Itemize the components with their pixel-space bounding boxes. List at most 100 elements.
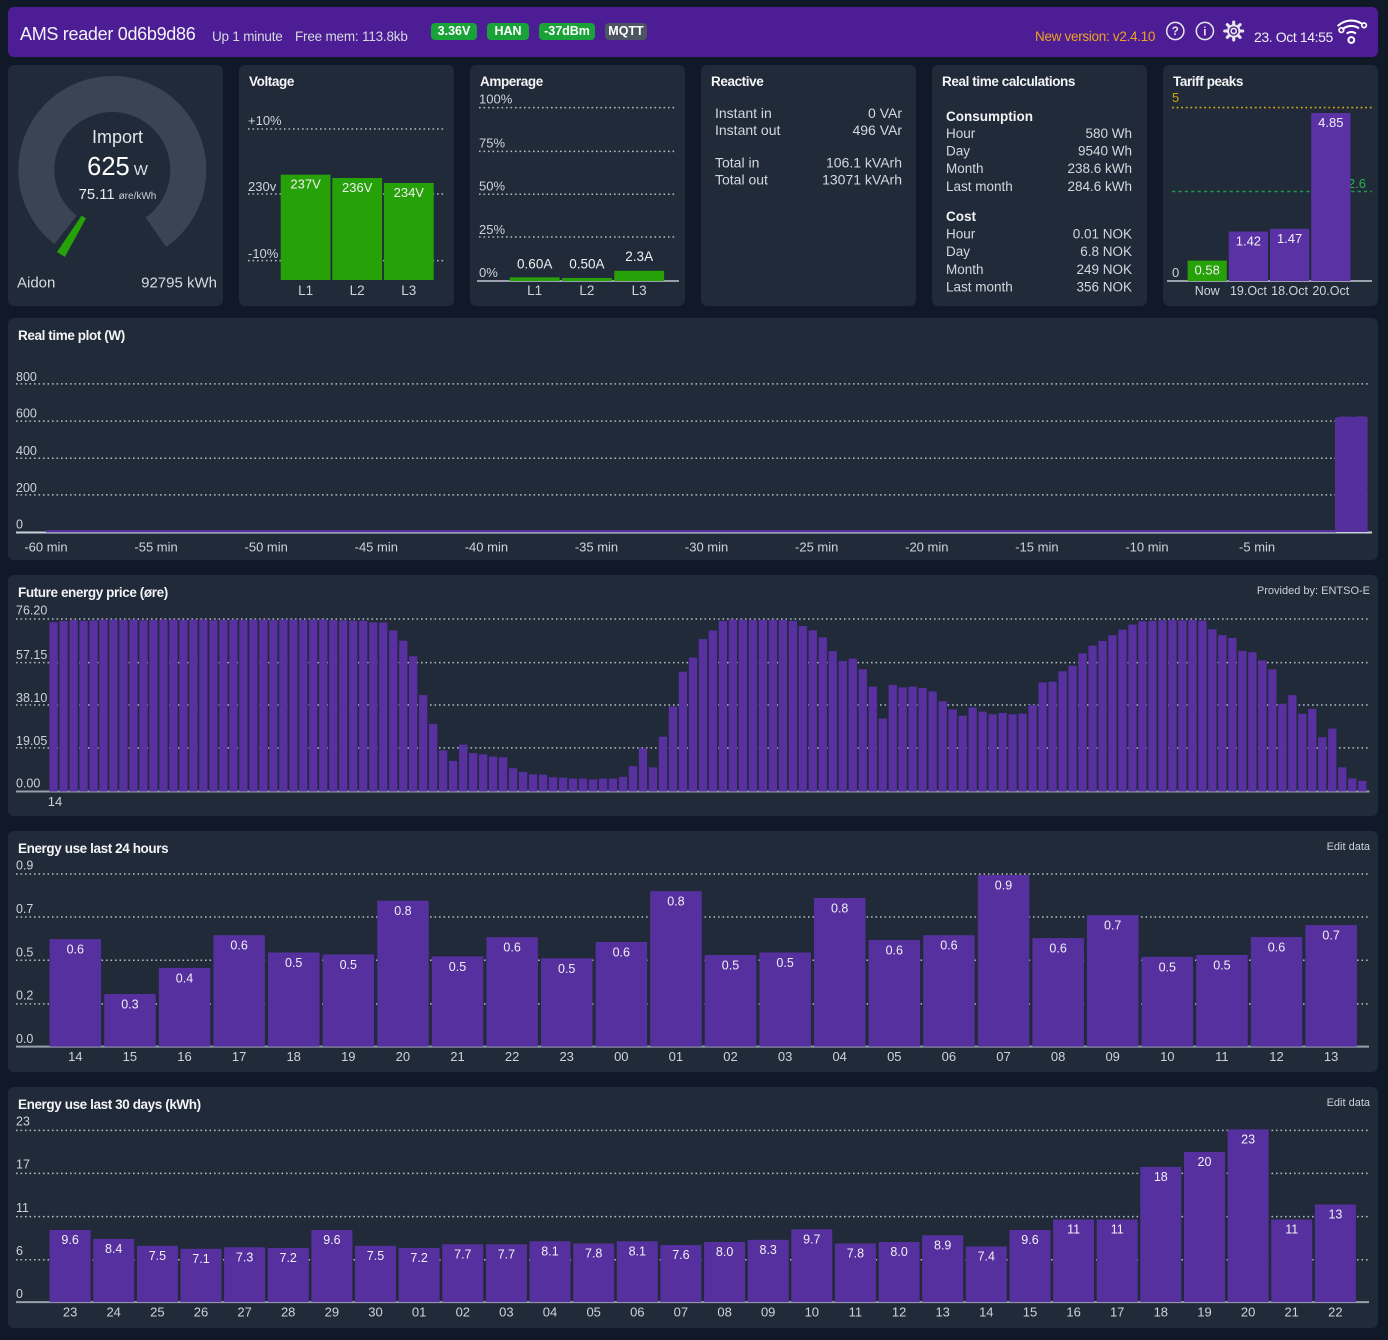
svg-text:28: 28 [281, 1305, 295, 1320]
svg-text:Real time plot (W): Real time plot (W) [18, 328, 125, 343]
svg-text:L1: L1 [527, 283, 542, 298]
svg-text:9.6: 9.6 [323, 1233, 340, 1247]
svg-text:04: 04 [832, 1049, 846, 1064]
svg-text:0.58: 0.58 [1195, 263, 1220, 278]
svg-text:23: 23 [1241, 1132, 1255, 1146]
svg-text:0.8: 0.8 [394, 904, 411, 918]
svg-text:8.0: 8.0 [716, 1245, 733, 1259]
svg-text:7.4: 7.4 [978, 1250, 995, 1264]
svg-text:9.6: 9.6 [1021, 1233, 1038, 1247]
svg-text:11: 11 [1067, 1223, 1080, 1237]
svg-text:-45 min: -45 min [355, 540, 398, 555]
svg-text:7.2: 7.2 [280, 1251, 297, 1265]
svg-text:7.3: 7.3 [236, 1250, 253, 1264]
svg-text:Cost: Cost [946, 209, 977, 224]
svg-text:0.0: 0.0 [16, 1032, 33, 1046]
svg-text:8.0: 8.0 [890, 1245, 907, 1259]
svg-text:18: 18 [1154, 1170, 1168, 1184]
svg-text:0: 0 [16, 518, 23, 532]
svg-text:-25 min: -25 min [795, 540, 838, 555]
svg-text:19.Oct: 19.Oct [1230, 284, 1267, 298]
svg-text:19.05: 19.05 [16, 734, 47, 748]
svg-text:23: 23 [16, 1115, 30, 1129]
svg-text:0.9: 0.9 [995, 879, 1012, 893]
svg-text:02: 02 [456, 1305, 470, 1320]
svg-text:Month: Month [946, 161, 984, 176]
svg-text:Hour: Hour [946, 227, 976, 242]
svg-text:07: 07 [674, 1305, 688, 1320]
svg-text:-10%: -10% [248, 246, 279, 261]
svg-text:+10%: +10% [248, 113, 282, 128]
svg-text:0.6: 0.6 [1049, 942, 1066, 956]
svg-text:Last month: Last month [946, 280, 1013, 295]
svg-text:10: 10 [805, 1305, 819, 1320]
svg-text:-5 min: -5 min [1239, 540, 1275, 555]
svg-text:23: 23 [559, 1049, 573, 1064]
svg-text:0.00: 0.00 [16, 777, 40, 791]
svg-text:-40 min: -40 min [465, 540, 508, 555]
svg-text:0.5: 0.5 [285, 956, 302, 970]
svg-text:29: 29 [325, 1305, 339, 1320]
svg-text:Import: Import [92, 127, 143, 147]
svg-text:7.5: 7.5 [367, 1249, 384, 1263]
svg-text:20: 20 [396, 1049, 410, 1064]
svg-text:17: 17 [232, 1049, 246, 1064]
svg-text:Total in: Total in [715, 155, 759, 171]
svg-text:25: 25 [150, 1305, 164, 1320]
svg-text:0.7: 0.7 [16, 902, 33, 916]
svg-text:1.47: 1.47 [1277, 231, 1302, 246]
svg-text:Instant in: Instant in [715, 105, 772, 121]
svg-text:Total out: Total out [715, 171, 768, 187]
svg-text:5: 5 [1172, 90, 1179, 105]
svg-text:356 NOK: 356 NOK [1076, 280, 1132, 295]
svg-text:03: 03 [499, 1305, 513, 1320]
svg-text:76.20: 76.20 [16, 604, 47, 618]
svg-text:15: 15 [1023, 1305, 1037, 1320]
svg-text:496 VAr: 496 VAr [852, 122, 902, 138]
svg-text:6.8 NOK: 6.8 NOK [1080, 244, 1132, 259]
svg-text:0.7: 0.7 [1322, 929, 1339, 943]
svg-text:09: 09 [761, 1305, 775, 1320]
svg-text:7.5: 7.5 [149, 1249, 166, 1263]
svg-text:Day: Day [946, 144, 970, 159]
svg-text:400: 400 [16, 444, 37, 458]
svg-text:Consumption: Consumption [946, 109, 1033, 124]
svg-text:9.6: 9.6 [61, 1233, 78, 1247]
svg-text:14: 14 [48, 794, 62, 809]
svg-text:7.8: 7.8 [847, 1247, 864, 1261]
svg-text:38.10: 38.10 [16, 691, 47, 705]
svg-text:8.3: 8.3 [760, 1243, 777, 1257]
svg-text:10: 10 [1160, 1049, 1174, 1064]
svg-text:0.01 NOK: 0.01 NOK [1073, 227, 1132, 242]
svg-text:L1: L1 [298, 283, 313, 298]
svg-text:14: 14 [979, 1305, 993, 1320]
svg-text:0.5: 0.5 [1213, 959, 1230, 973]
svg-text:13071 kVArh: 13071 kVArh [822, 171, 902, 187]
svg-text:0.5: 0.5 [340, 958, 357, 972]
svg-text:17: 17 [16, 1158, 30, 1172]
svg-text:234V: 234V [394, 185, 425, 200]
svg-text:16: 16 [1066, 1305, 1080, 1320]
svg-text:57.15: 57.15 [16, 648, 47, 662]
svg-text:21: 21 [1284, 1305, 1298, 1320]
svg-text:1.42: 1.42 [1236, 234, 1261, 249]
svg-text:0.4: 0.4 [176, 971, 193, 985]
svg-text:50%: 50% [479, 179, 505, 194]
svg-text:0.5: 0.5 [776, 956, 793, 970]
svg-text:Voltage: Voltage [249, 74, 295, 89]
svg-text:08: 08 [1051, 1049, 1065, 1064]
svg-text:L3: L3 [401, 283, 416, 298]
svg-text:-50 min: -50 min [245, 540, 288, 555]
svg-text:Real time calculations: Real time calculations [942, 74, 1075, 89]
svg-text:75%: 75% [479, 136, 505, 151]
svg-text:284.6 kWh: 284.6 kWh [1067, 179, 1132, 194]
svg-text:Provided by: ENTSO-E: Provided by: ENTSO-E [1257, 585, 1370, 597]
svg-text:Day: Day [946, 244, 970, 259]
svg-text:Aidon: Aidon [17, 275, 55, 292]
svg-text:0.6: 0.6 [230, 939, 247, 953]
svg-text:236V: 236V [342, 180, 373, 195]
svg-text:Energy use last 24 hours: Energy use last 24 hours [18, 841, 168, 856]
svg-text:249 NOK: 249 NOK [1076, 262, 1132, 277]
svg-text:Edit data: Edit data [1327, 841, 1371, 853]
svg-text:2.3A: 2.3A [625, 249, 653, 264]
